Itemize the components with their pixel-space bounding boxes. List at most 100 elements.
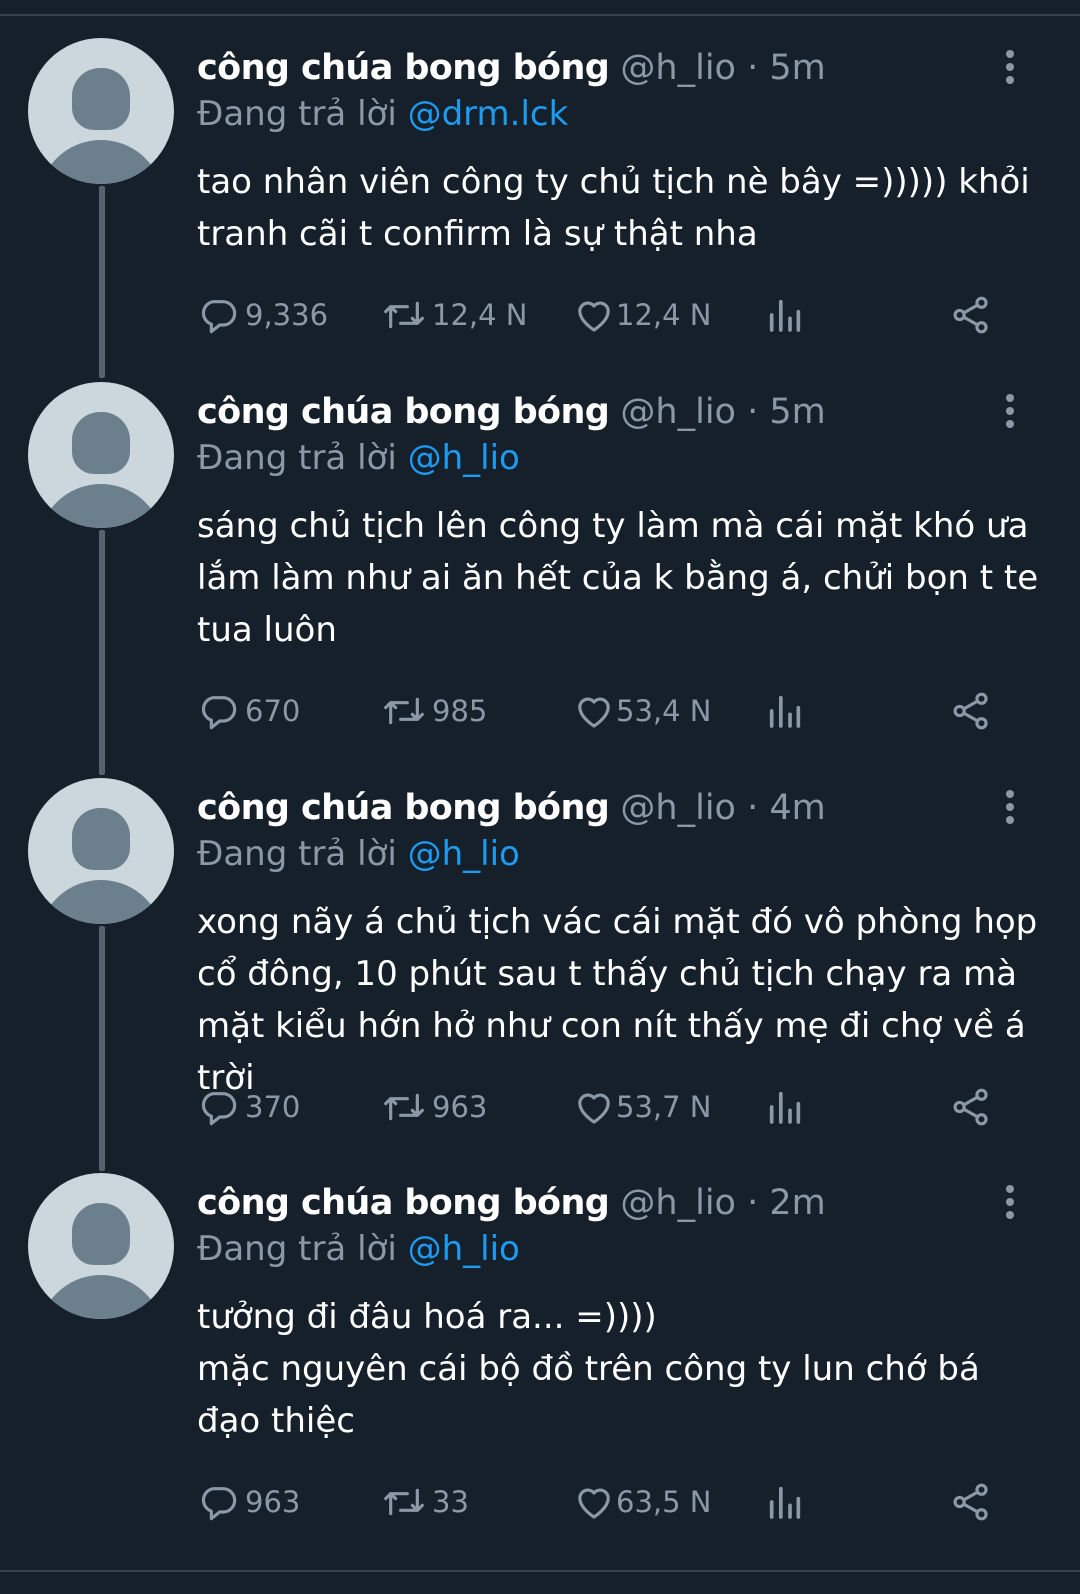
analytics-icon (765, 295, 805, 335)
heart-icon (574, 691, 614, 731)
avatar-head-shape (72, 1203, 130, 1265)
user-handle[interactable]: @h_lio (620, 48, 736, 88)
mention-link[interactable]: @h_lio (408, 438, 520, 478)
timestamp[interactable]: 5m (769, 48, 825, 88)
tweet-paragraph: mặc nguyên cái bộ đồ trên công ty lun ch… (197, 1349, 980, 1441)
tweet[interactable]: công chúa bong bóng @h_lio · 4m Đang trả… (0, 740, 1080, 1140)
like-button[interactable]: 53,7 N (574, 1082, 711, 1132)
reply-count: 670 (245, 694, 301, 728)
tweet-header: công chúa bong bóng @h_lio · 4m (197, 782, 826, 834)
display-name[interactable]: công chúa bong bóng (197, 392, 610, 432)
timestamp[interactable]: 5m (769, 392, 825, 432)
display-name[interactable]: công chúa bong bóng (197, 1183, 610, 1223)
tweet-paragraph: tao nhân viên công ty chủ tịch nè bây =)… (197, 162, 1030, 254)
like-count: 53,4 N (616, 694, 712, 728)
avatar-body-shape (38, 140, 164, 184)
retweet-count: 12,4 N (432, 298, 528, 332)
more-vertical-icon[interactable] (1000, 394, 1020, 432)
reply-icon (197, 1087, 239, 1127)
reply-icon (197, 691, 239, 731)
retweet-button[interactable]: 33 (382, 1477, 469, 1527)
retweet-icon (382, 1482, 426, 1522)
more-vertical-icon[interactable] (1000, 790, 1020, 828)
views-button[interactable] (765, 1082, 805, 1132)
reply-count: 9,336 (245, 298, 329, 332)
display-name[interactable]: công chúa bong bóng (197, 788, 610, 828)
action-bar: 670 985 53,4 N (197, 686, 1017, 736)
user-handle[interactable]: @h_lio (620, 788, 736, 828)
retweet-count: 985 (432, 694, 488, 728)
like-button[interactable]: 12,4 N (574, 290, 711, 340)
views-button[interactable] (765, 686, 805, 736)
heart-icon (574, 295, 614, 335)
retweet-button[interactable]: 985 (382, 686, 487, 736)
analytics-icon (765, 1087, 805, 1127)
reply-icon (197, 1482, 239, 1522)
reply-count: 370 (245, 1090, 301, 1124)
user-handle[interactable]: @h_lio (620, 392, 736, 432)
replying-to-label: Đang trả lời (197, 1229, 397, 1269)
bottom-divider (0, 1570, 1080, 1572)
share-button[interactable] (949, 290, 993, 340)
tweet-header: công chúa bong bóng @h_lio · 2m (197, 1177, 826, 1229)
timestamp[interactable]: 4m (769, 788, 825, 828)
display-name[interactable]: công chúa bong bóng (197, 48, 610, 88)
mention-link[interactable]: @drm.lck (408, 94, 569, 134)
tweet-paragraph: sáng chủ tịch lên công ty làm mà cái mặt… (197, 506, 1039, 650)
mention-link[interactable]: @h_lio (408, 834, 520, 874)
like-button[interactable]: 63,5 N (574, 1477, 711, 1527)
share-icon (949, 294, 993, 336)
avatar[interactable] (28, 382, 174, 528)
tweet-header: công chúa bong bóng @h_lio · 5m (197, 42, 826, 94)
replying-to: Đang trả lời @h_lio (197, 1223, 520, 1275)
avatar[interactable] (28, 778, 174, 924)
like-count: 63,5 N (616, 1485, 712, 1519)
tweet-text: tao nhân viên công ty chủ tịch nè bây =)… (197, 156, 1047, 260)
retweet-icon (382, 295, 426, 335)
reply-button[interactable]: 9,336 (197, 290, 328, 340)
tweet[interactable]: công chúa bong bóng @h_lio · 5m Đang trả… (0, 0, 1080, 400)
retweet-button[interactable]: 12,4 N (382, 290, 527, 340)
replying-to-label: Đang trả lời (197, 834, 397, 874)
replying-to-label: Đang trả lời (197, 94, 397, 134)
reply-icon (197, 295, 239, 335)
timestamp[interactable]: 2m (769, 1183, 825, 1223)
tweet-text: sáng chủ tịch lên công ty làm mà cái mặt… (197, 500, 1047, 656)
share-icon (949, 690, 993, 732)
like-button[interactable]: 53,4 N (574, 686, 711, 736)
avatar[interactable] (28, 1173, 174, 1319)
reply-button[interactable]: 370 (197, 1082, 300, 1132)
avatar-body-shape (38, 880, 164, 924)
reply-button[interactable]: 963 (197, 1477, 300, 1527)
avatar-head-shape (72, 412, 130, 474)
share-button[interactable] (949, 1477, 993, 1527)
views-button[interactable] (765, 290, 805, 340)
views-button[interactable] (765, 1477, 805, 1527)
reply-count: 963 (245, 1485, 301, 1519)
retweet-icon (382, 1087, 426, 1127)
mention-link[interactable]: @h_lio (408, 1229, 520, 1269)
retweet-button[interactable]: 963 (382, 1082, 487, 1132)
more-vertical-icon[interactable] (1000, 50, 1020, 88)
replying-to: Đang trả lời @h_lio (197, 432, 520, 484)
tweet[interactable]: công chúa bong bóng @h_lio · 2m Đang trả… (0, 1135, 1080, 1535)
like-count: 53,7 N (616, 1090, 712, 1124)
tweet-header: công chúa bong bóng @h_lio · 5m (197, 386, 826, 438)
analytics-icon (765, 1482, 805, 1522)
tweet[interactable]: công chúa bong bóng @h_lio · 5m Đang trả… (0, 344, 1080, 744)
action-bar: 370 963 53,7 N (197, 1082, 1017, 1132)
avatar[interactable] (28, 38, 174, 184)
separator-dot: · (747, 392, 759, 432)
separator-dot: · (747, 1183, 759, 1223)
reply-button[interactable]: 670 (197, 686, 300, 736)
action-bar: 9,336 12,4 N 12,4 N (197, 290, 1017, 340)
tweet-paragraph: tưởng đi đâu hoá ra... =)))) (197, 1297, 657, 1337)
separator-dot: · (747, 788, 759, 828)
user-handle[interactable]: @h_lio (620, 1183, 736, 1223)
share-button[interactable] (949, 1082, 993, 1132)
replying-to-label: Đang trả lời (197, 438, 397, 478)
share-button[interactable] (949, 686, 993, 736)
like-count: 12,4 N (616, 298, 712, 332)
more-vertical-icon[interactable] (1000, 1185, 1020, 1223)
tweet-text: xong nãy á chủ tịch vác cái mặt đó vô ph… (197, 896, 1047, 1104)
